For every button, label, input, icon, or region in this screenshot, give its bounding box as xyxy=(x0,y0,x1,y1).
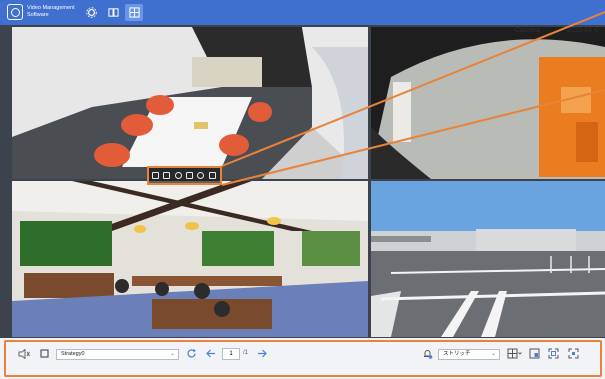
stream-select[interactable]: ストリッチ ⌄ xyxy=(438,349,500,360)
alarm-icon[interactable] xyxy=(422,348,433,362)
split-icon[interactable] xyxy=(529,348,540,362)
strategy-select[interactable]: Strategy0 ⌄ xyxy=(56,349,179,360)
speaker-icon[interactable] xyxy=(18,348,30,362)
callout-lines xyxy=(221,11,605,186)
prev-page-icon[interactable] xyxy=(205,348,216,362)
chevron-down-icon: ⌄ xyxy=(169,351,175,357)
stop-icon[interactable] xyxy=(40,349,49,361)
page-total: /1 xyxy=(243,350,249,356)
fit-icon[interactable] xyxy=(548,348,559,362)
chevron-down-icon: ⌄ xyxy=(490,351,496,357)
next-page-icon[interactable] xyxy=(257,348,268,362)
fullscreen-icon[interactable] xyxy=(568,348,579,362)
layout-grid-icon[interactable] xyxy=(507,348,522,362)
page-number-input[interactable]: 1 xyxy=(222,348,240,360)
strategy-value: Strategy0 xyxy=(61,351,85,357)
stream-value: ストリッチ xyxy=(443,351,471,357)
refresh-icon[interactable] xyxy=(186,348,197,362)
